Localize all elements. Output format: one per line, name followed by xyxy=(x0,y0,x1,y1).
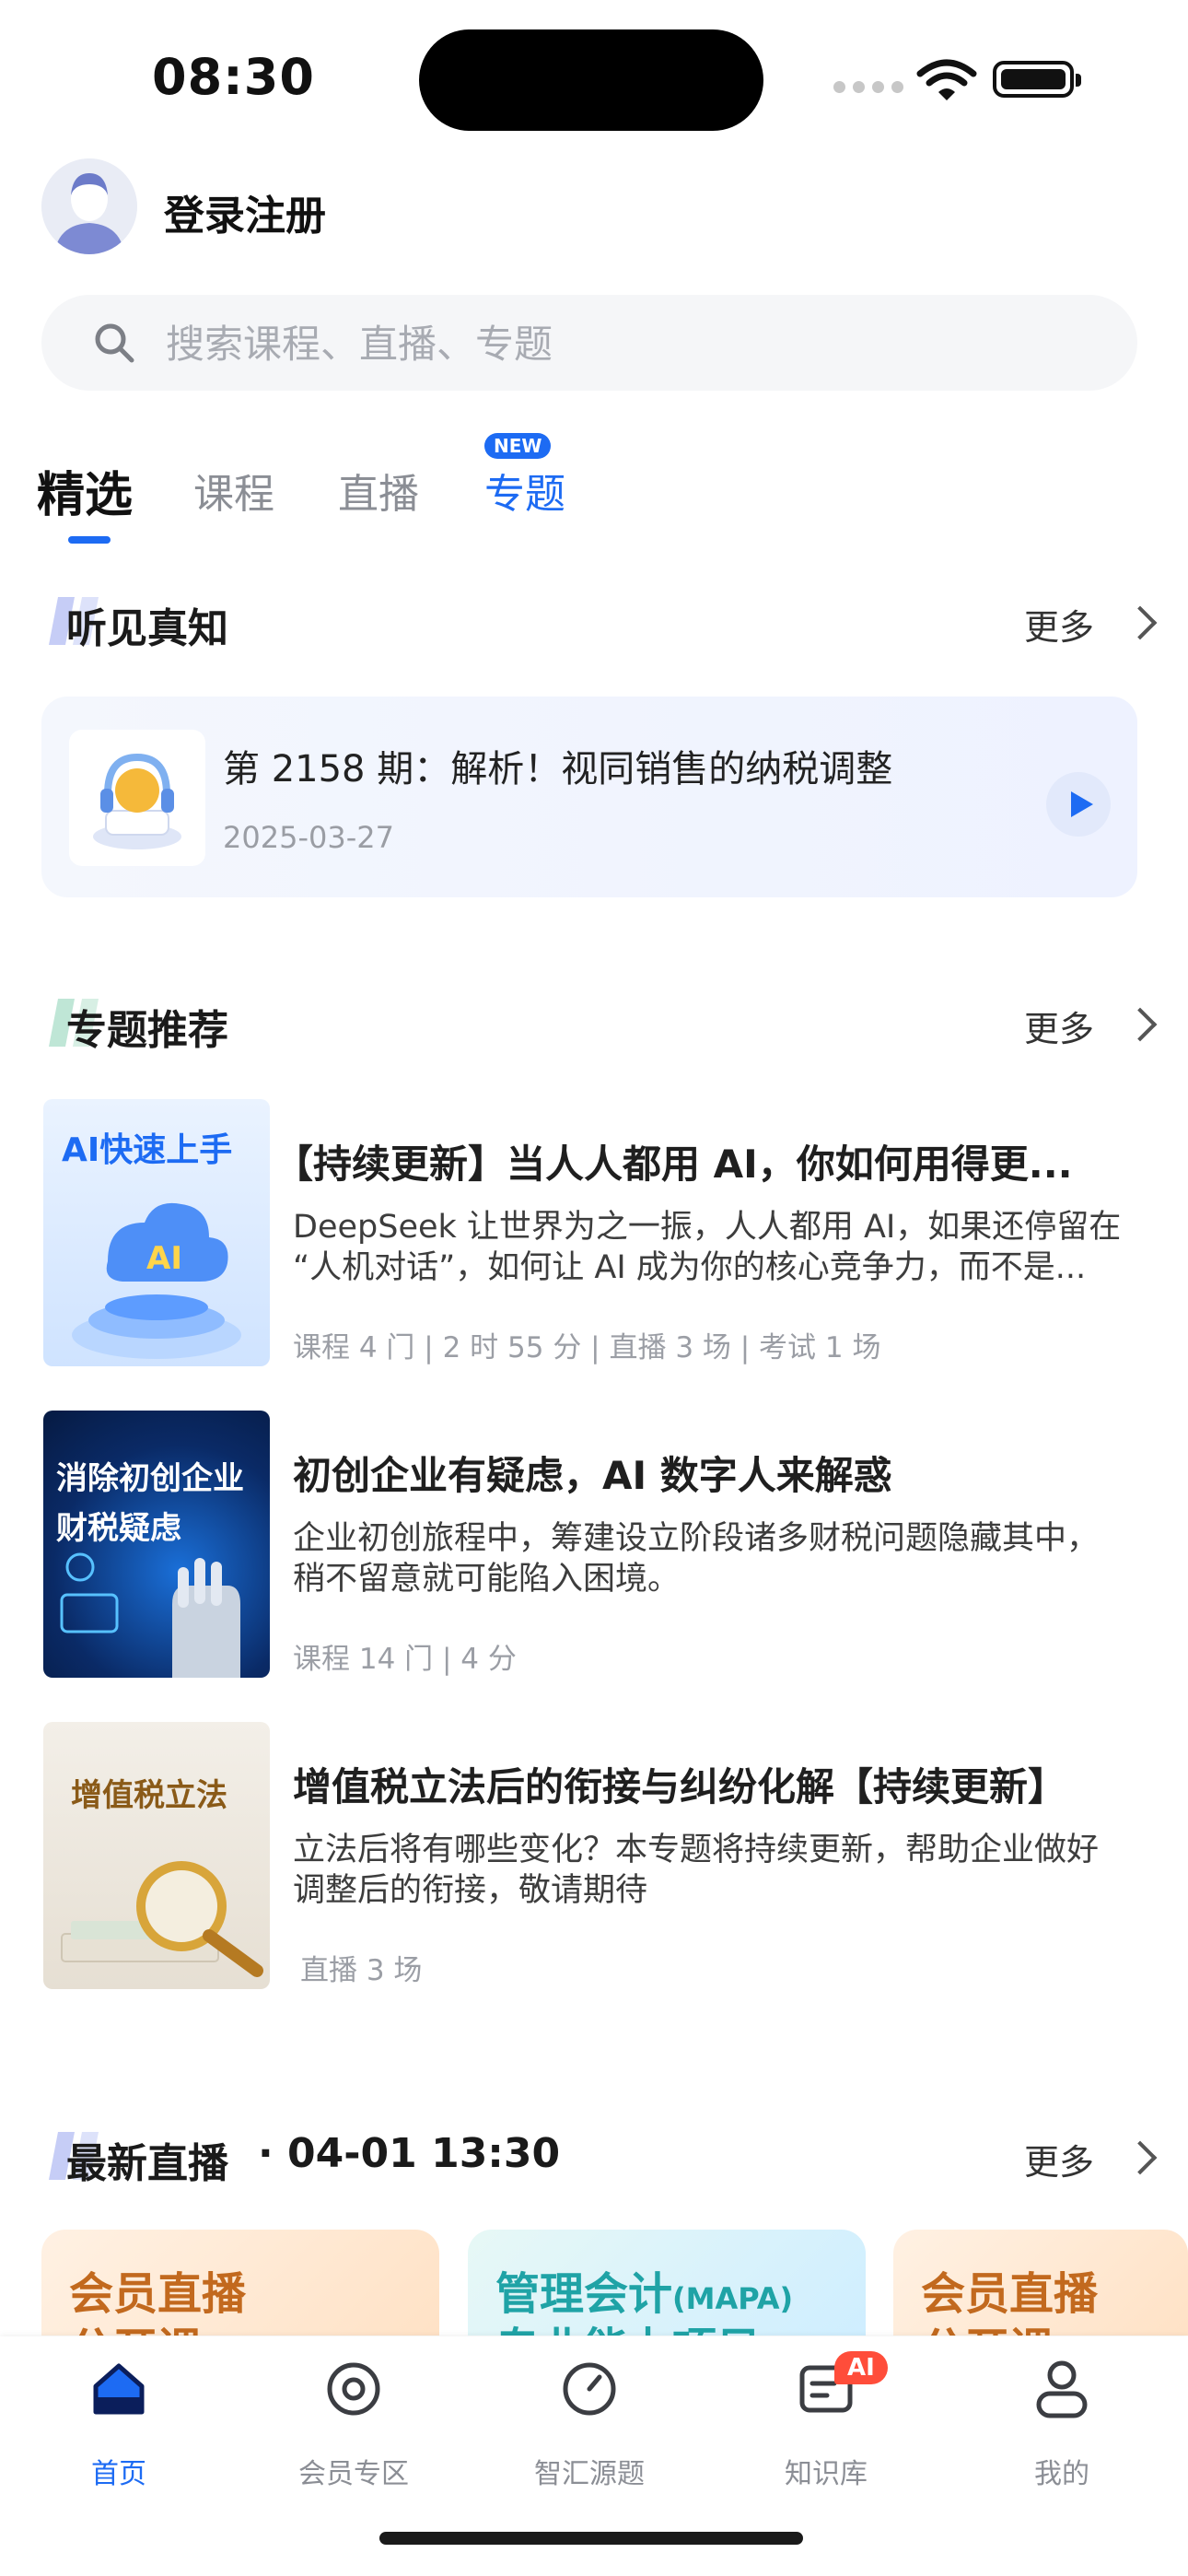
topic-thumbnail-text: 消除初创企业 xyxy=(56,1460,244,1497)
status-time: 08:30 xyxy=(152,48,315,106)
topic-description-line: “人机对话”，如何让 AI 成为你的核心竞争力，而不是... xyxy=(293,1249,1087,1286)
live-more-link[interactable]: 更多 xyxy=(1024,2134,1094,2184)
chevron-right-icon xyxy=(1123,1007,1158,1042)
topic-thumbnail-vat[interactable]: 增值税立法 xyxy=(43,1722,270,1989)
topic-thumbnail-startup[interactable]: 消除初创企业 财税疑虑 xyxy=(43,1411,270,1678)
topic-thumbnail-text: AI快速上手 xyxy=(62,1131,233,1169)
tabbar-label-member[interactable]: 会员专区 xyxy=(262,2451,446,2491)
topic-description-line: DeepSeek 让世界为之一振，人人都用 AI，如果还停留在 xyxy=(293,1209,1122,1246)
avatar[interactable] xyxy=(41,158,137,254)
section-title-podcast: 听见真知 xyxy=(66,605,228,652)
topic-title[interactable]: 初创企业有疑虑，AI 数字人来解惑 xyxy=(293,1445,1188,1501)
tabbar-label-me[interactable]: 我的 xyxy=(970,2451,1154,2491)
live-card[interactable]: 会员直播 公开课 xyxy=(41,2230,439,2336)
topics-more-link[interactable]: 更多 xyxy=(1024,1001,1094,1051)
wifi-icon xyxy=(916,59,977,100)
chevron-right-icon xyxy=(1123,605,1158,640)
live-card-subtitle: 公开课 xyxy=(921,2313,1054,2336)
tab-topics[interactable]: 专题 xyxy=(484,461,565,520)
podcast-card[interactable] xyxy=(41,697,1137,897)
topic-description-line: 稍不留意就可能陷入困境。 xyxy=(293,1561,681,1598)
search-input[interactable] xyxy=(166,315,995,372)
podcast-more-link[interactable]: 更多 xyxy=(1024,599,1094,650)
tab-featured[interactable]: 精选 xyxy=(37,456,133,525)
topic-description-line: 调整后的衔接，敬请期待 xyxy=(293,1872,648,1909)
compass-icon xyxy=(563,2362,616,2416)
topic-description-line: 企业初创旅程中，筹建设立阶段诸多财税问题隐藏其中， xyxy=(293,1520,1100,1557)
topic-meta: 课程 14 门 | 4 分 xyxy=(293,1643,517,1676)
login-register-link[interactable]: 登录注册 xyxy=(164,182,326,241)
new-badge: NEW xyxy=(484,433,552,459)
tabbar-label-knowledge[interactable]: 知识库 xyxy=(734,2451,918,2491)
chevron-right-icon xyxy=(1123,2140,1158,2175)
live-card[interactable]: 管理会计(MAPA) 专业能力项目 xyxy=(468,2230,866,2336)
topic-meta: 直播 3 场 xyxy=(300,1954,423,1987)
ai-badge: AI xyxy=(834,2351,888,2384)
topic-title[interactable]: 增值税立法后的衔接与纠纷化解【持续更新】 xyxy=(293,1756,1188,1812)
tab-courses[interactable]: 课程 xyxy=(193,461,274,520)
section-title-live: 最新直播 xyxy=(66,2140,228,2187)
tab-live[interactable]: 直播 xyxy=(338,461,419,520)
target-icon xyxy=(327,2362,380,2416)
topic-description-line: 立法后将有哪些变化？本专题将持续更新，帮助企业做好 xyxy=(293,1832,1100,1868)
svg-text:AI: AI xyxy=(146,1240,182,1277)
play-button[interactable] xyxy=(1046,772,1111,837)
battery-icon xyxy=(993,61,1081,98)
search-icon xyxy=(95,323,134,363)
tabbar-label-questions[interactable]: 智汇源题 xyxy=(497,2451,681,2491)
topic-meta: 课程 4 门 | 2 时 55 分 | 直播 3 场 | 考试 1 场 xyxy=(293,1331,881,1364)
live-card-title-sub: (MAPA) xyxy=(672,2281,794,2316)
home-indicator xyxy=(379,2532,803,2545)
section-title-topics: 专题推荐 xyxy=(66,1007,228,1054)
person-icon xyxy=(1036,2360,1088,2418)
tabbar-label-home[interactable]: 首页 xyxy=(27,2451,211,2491)
live-card[interactable]: 会员直播 公开课 xyxy=(893,2230,1188,2336)
tab-active-indicator xyxy=(68,536,111,544)
live-datetime: · 04-01 13:30 xyxy=(258,2130,561,2177)
home-icon xyxy=(93,2363,145,2415)
podcast-thumbnail xyxy=(69,730,205,866)
podcast-episode-title[interactable]: 第 2158 期：解析！视同销售的纳税调整 xyxy=(223,739,892,792)
dynamic-island xyxy=(419,29,763,131)
topic-title[interactable]: 【持续更新】当人人都用 AI，你如何用得更... xyxy=(274,1133,1188,1189)
topic-thumbnail-ai[interactable]: AI快速上手 AI xyxy=(43,1099,270,1366)
live-card-subtitle: 专业能力项目 xyxy=(495,2313,761,2336)
podcast-episode-date: 2025-03-27 xyxy=(223,820,394,855)
topic-thumbnail-text: 增值税立法 xyxy=(71,1777,227,1814)
signal-icon xyxy=(833,81,903,93)
topic-thumbnail-text: 财税疑虑 xyxy=(56,1510,181,1547)
live-card-subtitle: 公开课 xyxy=(69,2313,202,2336)
